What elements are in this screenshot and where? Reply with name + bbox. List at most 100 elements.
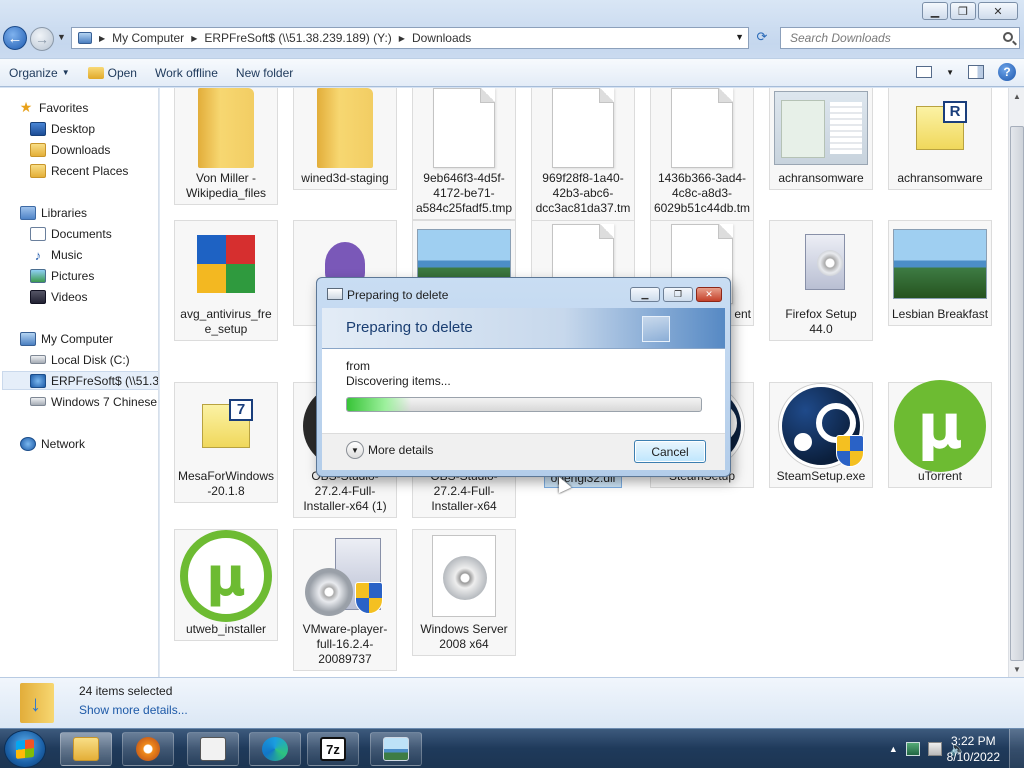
open-button[interactable]: Open <box>79 59 146 86</box>
work-offline-button[interactable]: Work offline <box>146 59 227 86</box>
command-bar: Organize ▼ Open Work offline New folder ▼… <box>0 58 1024 87</box>
scrollbar-thumb[interactable] <box>1010 126 1024 661</box>
nav-documents[interactable]: Documents <box>30 224 112 243</box>
recent-pages-dropdown[interactable]: ▼ <box>57 32 66 42</box>
nav-favorites[interactable]: ★ Favorites <box>18 98 89 117</box>
refresh-icon[interactable]: ⟳ <box>753 29 771 47</box>
more-details-label: More details <box>368 443 434 457</box>
breadcrumb-downloads[interactable]: Downloads <box>412 31 471 45</box>
nav-desktop[interactable]: Desktop <box>30 119 95 138</box>
file-item[interactable]: µ uTorrent <box>888 380 992 488</box>
show-hidden-icons-icon[interactable]: ▲ <box>889 744 898 754</box>
show-desktop-button[interactable] <box>1009 729 1024 768</box>
file-item[interactable]: µ utweb_installer <box>174 529 278 641</box>
file-item[interactable]: wined3d-staging <box>293 88 397 190</box>
taskbar-edge[interactable] <box>249 732 301 766</box>
nav-local-disk[interactable]: Local Disk (C:) <box>30 350 130 369</box>
videos-icon <box>30 289 46 304</box>
delete-dialog-icon <box>327 288 343 300</box>
taskbar-image-viewer[interactable] <box>370 732 422 766</box>
file-item[interactable]: Von Miller - Wikipedia_files <box>174 88 278 205</box>
file-item[interactable]: achransomware <box>769 88 873 190</box>
nav-network[interactable]: Network <box>20 434 85 453</box>
installer-icon <box>294 530 396 622</box>
file-item[interactable]: 1436b366-3ad4-4c8c-a8d3-6029b51c44db.tmp <box>650 88 754 235</box>
installer-icon <box>770 221 872 307</box>
minimize-button[interactable]: ▁ <box>922 2 948 20</box>
clock[interactable]: 3:22 PM 8/10/2022 <box>947 733 1000 765</box>
file-name: avg_antivirus_free_setup <box>180 307 272 336</box>
file-name: Windows Server 2008 x64 <box>420 622 508 651</box>
start-button[interactable] <box>4 730 46 768</box>
taskbar-7zip[interactable]: 7z <box>307 732 359 766</box>
file-item[interactable]: SteamSetup.exe <box>769 382 873 488</box>
breadcrumb-share[interactable]: ERPFreSoft$ (\\51.38.239.189) (Y:) <box>204 31 391 45</box>
dialog-maximize-button[interactable]: ❐ <box>663 287 693 302</box>
scroll-down-arrow[interactable]: ▼ <box>1009 661 1024 677</box>
breadcrumb-separator[interactable]: ▶ <box>399 34 405 43</box>
new-folder-button[interactable]: New folder <box>227 59 302 86</box>
file-item[interactable]: 9eb646f3-4d5f-4172-be71-a584c25fadf5.tmp <box>412 88 516 220</box>
organize-label: Organize <box>9 65 58 80</box>
work-offline-label: Work offline <box>154 65 218 80</box>
search-icon[interactable] <box>1003 32 1013 42</box>
nav-music[interactable]: ♪ Music <box>30 245 83 264</box>
taskbar-notepad[interactable] <box>187 732 239 766</box>
nav-network-share[interactable]: ERPFreSoft$ (\\51.38 <box>2 371 158 390</box>
action-center-icon[interactable] <box>927 742 942 756</box>
show-more-details-link[interactable]: Show more details... <box>79 703 188 717</box>
nav-pictures[interactable]: Pictures <box>30 266 94 285</box>
preparing-to-delete-dialog: Preparing to delete ▁ ❐ ✕ Preparing to d… <box>316 277 731 477</box>
address-bar[interactable]: ▶ My Computer ▶ ERPFreSoft$ (\\51.38.239… <box>71 27 749 49</box>
back-button[interactable]: ← <box>3 26 27 50</box>
window-controls: ▁ ❐ ✕ <box>922 2 1018 20</box>
dialog-close-button[interactable]: ✕ <box>696 287 722 302</box>
forward-button[interactable]: → <box>30 27 54 51</box>
dialog-minimize-button[interactable]: ▁ <box>630 287 660 302</box>
nav-libraries[interactable]: Libraries <box>20 203 87 222</box>
dialog-body: from Discovering items... <box>322 349 725 433</box>
file-item[interactable]: Windows Server 2008 x64 <box>412 529 516 656</box>
more-details-toggle[interactable]: ▼ More details <box>346 441 433 459</box>
file-item[interactable]: Firefox Setup 44.0 <box>769 220 873 341</box>
file-item[interactable]: VMware-player-full-16.2.4-20089737 <box>293 529 397 671</box>
file-item[interactable]: Rachransomware <box>888 88 992 190</box>
change-view-icon[interactable] <box>916 66 933 78</box>
nav-my-computer[interactable]: My Computer <box>20 329 113 348</box>
nav-recent-places[interactable]: Recent Places <box>30 161 128 180</box>
hard-disk-icon <box>30 355 46 364</box>
file-item[interactable]: 969f28f8-1a40-42b3-abc6-dcc3ac81da37.tmp <box>531 88 635 235</box>
nav-win7-drive[interactable]: Windows 7 Chinese <box>30 392 157 411</box>
cancel-button[interactable]: Cancel <box>634 440 706 463</box>
image-viewer-icon <box>383 737 409 761</box>
scroll-up-arrow[interactable]: ▲ <box>1009 88 1024 104</box>
taskbar-media-player[interactable] <box>122 732 174 766</box>
search-input[interactable]: Search Downloads <box>780 27 1020 49</box>
network-status-icon[interactable] <box>905 742 920 756</box>
file-item[interactable]: 7 MesaForWindows-20.1.8 <box>174 382 278 503</box>
breadcrumb-separator[interactable]: ▶ <box>191 34 197 43</box>
view-options-dropdown[interactable]: ▼ <box>946 68 954 77</box>
utweb-icon: µ <box>175 530 277 622</box>
nav-label: Music <box>51 247 83 262</box>
file-item[interactable]: Lesbian Breakfast <box>888 220 992 326</box>
vertical-scrollbar[interactable]: ▲ ▼ <box>1008 88 1024 677</box>
recent-places-icon <box>30 163 46 178</box>
preview-pane-icon[interactable] <box>968 65 984 79</box>
nav-downloads[interactable]: Downloads <box>30 140 110 159</box>
maximize-button[interactable]: ❐ <box>950 2 976 20</box>
file-item[interactable]: avg_antivirus_free_setup <box>174 220 278 341</box>
breadcrumb-my-computer[interactable]: My Computer <box>112 31 184 45</box>
landscape-icon <box>889 221 991 307</box>
help-icon[interactable]: ? <box>998 63 1016 81</box>
organize-menu[interactable]: Organize ▼ <box>0 59 79 86</box>
chevron-down-icon: ▼ <box>346 441 364 459</box>
nav-videos[interactable]: Videos <box>30 287 87 306</box>
breadcrumb-separator[interactable]: ▶ <box>99 34 105 43</box>
close-button[interactable]: ✕ <box>978 2 1018 20</box>
clock-date: 8/10/2022 <box>946 750 1000 764</box>
dialog-titlebar[interactable]: Preparing to delete ▁ ❐ ✕ <box>317 278 730 311</box>
address-history-dropdown[interactable]: ▼ <box>735 32 744 42</box>
taskbar-explorer[interactable] <box>60 732 112 766</box>
nav-label: Documents <box>51 226 112 241</box>
